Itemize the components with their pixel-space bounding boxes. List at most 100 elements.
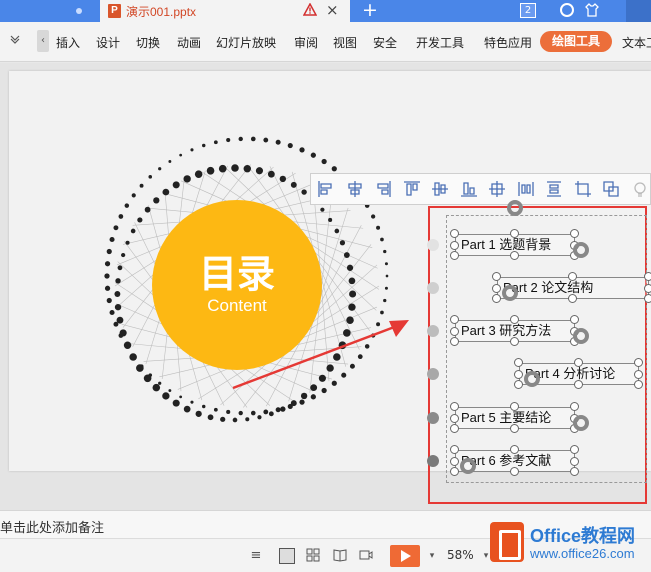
align-top-icon[interactable]	[403, 180, 421, 198]
resize-handle[interactable]	[510, 337, 519, 346]
resize-handle[interactable]	[510, 402, 519, 411]
resize-handle[interactable]	[634, 358, 643, 367]
red-arrow	[232, 320, 409, 390]
close-tab-icon[interactable]: ×	[326, 1, 339, 19]
alignment-toolbar	[310, 173, 651, 205]
previous-tab[interactable]	[0, 0, 100, 22]
resize-handle[interactable]	[634, 370, 643, 379]
resize-handle[interactable]	[514, 358, 523, 367]
resize-handle[interactable]	[450, 241, 459, 250]
tab-count-badge[interactable]: 2	[520, 3, 536, 18]
resize-handle[interactable]	[634, 380, 643, 389]
bullet-dot	[427, 239, 439, 251]
resize-handle[interactable]	[574, 380, 583, 389]
resize-handle[interactable]	[510, 251, 519, 260]
notes-placeholder[interactable]: 单击此处添加备注	[0, 517, 104, 536]
menu-animation[interactable]: 动画	[177, 34, 201, 51]
align-bottom-icon[interactable]	[460, 180, 478, 198]
notes-toggle-icon[interactable]: ≡	[248, 548, 264, 564]
align-middle-icon[interactable]	[431, 180, 449, 198]
resize-handle[interactable]	[450, 445, 459, 454]
resize-handle[interactable]	[568, 294, 577, 303]
resize-handle[interactable]	[492, 294, 501, 303]
menu-developer[interactable]: 开发工具	[416, 34, 464, 51]
resize-handle[interactable]	[450, 424, 459, 433]
document-tab[interactable]: P 演示001.pptx ×	[100, 0, 350, 22]
resize-handle[interactable]	[644, 284, 651, 293]
resize-handle[interactable]	[510, 229, 519, 238]
resize-handle[interactable]	[514, 370, 523, 379]
bullet-dot	[427, 368, 439, 380]
resize-handle[interactable]	[450, 414, 459, 423]
resize-handle[interactable]	[450, 402, 459, 411]
resize-handle[interactable]	[570, 445, 579, 454]
group-icon[interactable]	[602, 180, 620, 198]
resize-handle[interactable]	[450, 327, 459, 336]
bullet-dot	[427, 455, 439, 467]
distribute-vertical-icon[interactable]	[545, 180, 563, 198]
resize-handle[interactable]	[510, 445, 519, 454]
circle-title: 目录	[198, 252, 275, 296]
rotate-handle-icon[interactable]	[524, 371, 540, 387]
play-dropdown-icon[interactable]: ▾	[424, 548, 440, 564]
menu-view[interactable]: 视图	[333, 34, 357, 51]
scroll-left-icon[interactable]: ‹	[37, 30, 49, 52]
menu-transition[interactable]: 切换	[136, 34, 160, 51]
resize-handle[interactable]	[450, 457, 459, 466]
ribbon-collapse-icon[interactable]	[10, 34, 20, 47]
tab-drawing-tools[interactable]: 绘图工具	[540, 31, 612, 52]
reading-view-icon[interactable]	[332, 548, 348, 564]
group-rotate-handle-icon[interactable]	[507, 200, 523, 216]
slide-sorter-icon[interactable]	[305, 548, 321, 564]
resize-handle[interactable]	[450, 229, 459, 238]
resize-handle[interactable]	[570, 315, 579, 324]
bullet-dot	[427, 412, 439, 424]
resize-handle[interactable]	[450, 251, 459, 260]
rotate-handle-icon[interactable]	[573, 328, 589, 344]
rotate-handle-icon[interactable]	[460, 458, 476, 474]
align-center-icon[interactable]	[346, 180, 364, 198]
zoom-level[interactable]: 58%	[447, 548, 474, 562]
rotate-handle-icon[interactable]	[573, 242, 589, 258]
rotate-handle-icon[interactable]	[502, 285, 518, 301]
resize-handle[interactable]	[570, 457, 579, 466]
more-icon[interactable]	[631, 180, 649, 198]
align-right-icon[interactable]	[374, 180, 392, 198]
normal-view-icon[interactable]	[279, 548, 295, 564]
distribute-grid-icon[interactable]	[488, 180, 506, 198]
menu-slideshow[interactable]: 幻灯片放映	[216, 34, 276, 51]
resize-handle[interactable]	[570, 402, 579, 411]
user-avatar[interactable]	[626, 0, 651, 22]
menu-design[interactable]: 设计	[96, 34, 120, 51]
resize-handle[interactable]	[574, 358, 583, 367]
resize-handle[interactable]	[570, 229, 579, 238]
rotate-handle-icon[interactable]	[573, 415, 589, 431]
skin-icon[interactable]	[585, 3, 599, 21]
align-left-icon[interactable]	[317, 180, 335, 198]
resize-handle[interactable]	[450, 315, 459, 324]
resize-handle[interactable]	[514, 380, 523, 389]
warning-icon	[302, 2, 318, 19]
menu-insert[interactable]: 插入	[56, 34, 80, 51]
resize-handle[interactable]	[568, 272, 577, 281]
menu-text-tools[interactable]: 文本工	[622, 34, 651, 51]
distribute-horizontal-icon[interactable]	[517, 180, 535, 198]
resize-handle[interactable]	[492, 284, 501, 293]
resize-handle[interactable]	[644, 294, 651, 303]
resize-handle[interactable]	[510, 467, 519, 476]
resize-handle[interactable]	[570, 467, 579, 476]
new-tab-button[interactable]: +	[362, 0, 378, 20]
menu-security[interactable]: 安全	[373, 34, 397, 51]
presenter-icon[interactable]	[358, 548, 374, 564]
resize-handle[interactable]	[450, 337, 459, 346]
cloud-sync-icon[interactable]	[560, 3, 574, 17]
menu-special[interactable]: 特色应用	[484, 34, 532, 51]
resize-handle[interactable]	[510, 424, 519, 433]
resize-handle[interactable]	[510, 315, 519, 324]
resize-handle[interactable]	[644, 272, 651, 281]
crop-icon[interactable]	[574, 180, 592, 198]
resize-handle[interactable]	[492, 272, 501, 281]
play-slideshow-button[interactable]	[390, 545, 420, 567]
resize-handle[interactable]	[450, 467, 459, 476]
menu-review[interactable]: 审阅	[294, 34, 318, 51]
